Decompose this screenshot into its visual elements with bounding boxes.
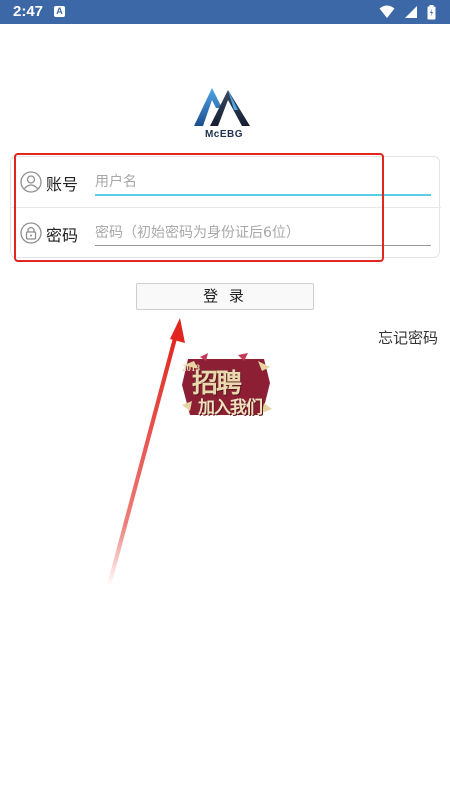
password-underline bbox=[95, 245, 431, 246]
forgot-password-link[interactable]: 忘记密码 bbox=[378, 327, 438, 348]
login-form: 账号 密码 bbox=[10, 156, 441, 258]
notification-icon: A bbox=[54, 6, 65, 17]
battery-icon bbox=[427, 4, 436, 19]
password-label: 密码 bbox=[46, 226, 79, 245]
username-underline bbox=[95, 194, 431, 196]
logo-text: McEBG bbox=[204, 129, 244, 140]
username-input[interactable] bbox=[95, 167, 431, 197]
signal-icon bbox=[405, 6, 417, 18]
username-label: 账号 bbox=[46, 175, 79, 194]
username-row: 账号 bbox=[11, 157, 441, 207]
recruit-banner[interactable]: 2018 招聘 加入我们 bbox=[178, 353, 274, 419]
password-row: 密码 bbox=[11, 208, 441, 258]
status-time: 2:47 bbox=[13, 3, 44, 20]
status-bar: 2:47 A bbox=[0, 0, 450, 24]
status-icons bbox=[379, 4, 436, 20]
wifi-icon bbox=[379, 5, 395, 18]
login-button[interactable]: 登 录 bbox=[136, 283, 314, 310]
mountain-logo-icon bbox=[194, 88, 250, 126]
app-logo: McEBG bbox=[188, 84, 260, 144]
lock-icon bbox=[20, 222, 42, 244]
password-input[interactable] bbox=[95, 218, 431, 248]
recruit-sub-text: 加入我们 bbox=[198, 398, 263, 418]
user-icon bbox=[20, 171, 42, 193]
